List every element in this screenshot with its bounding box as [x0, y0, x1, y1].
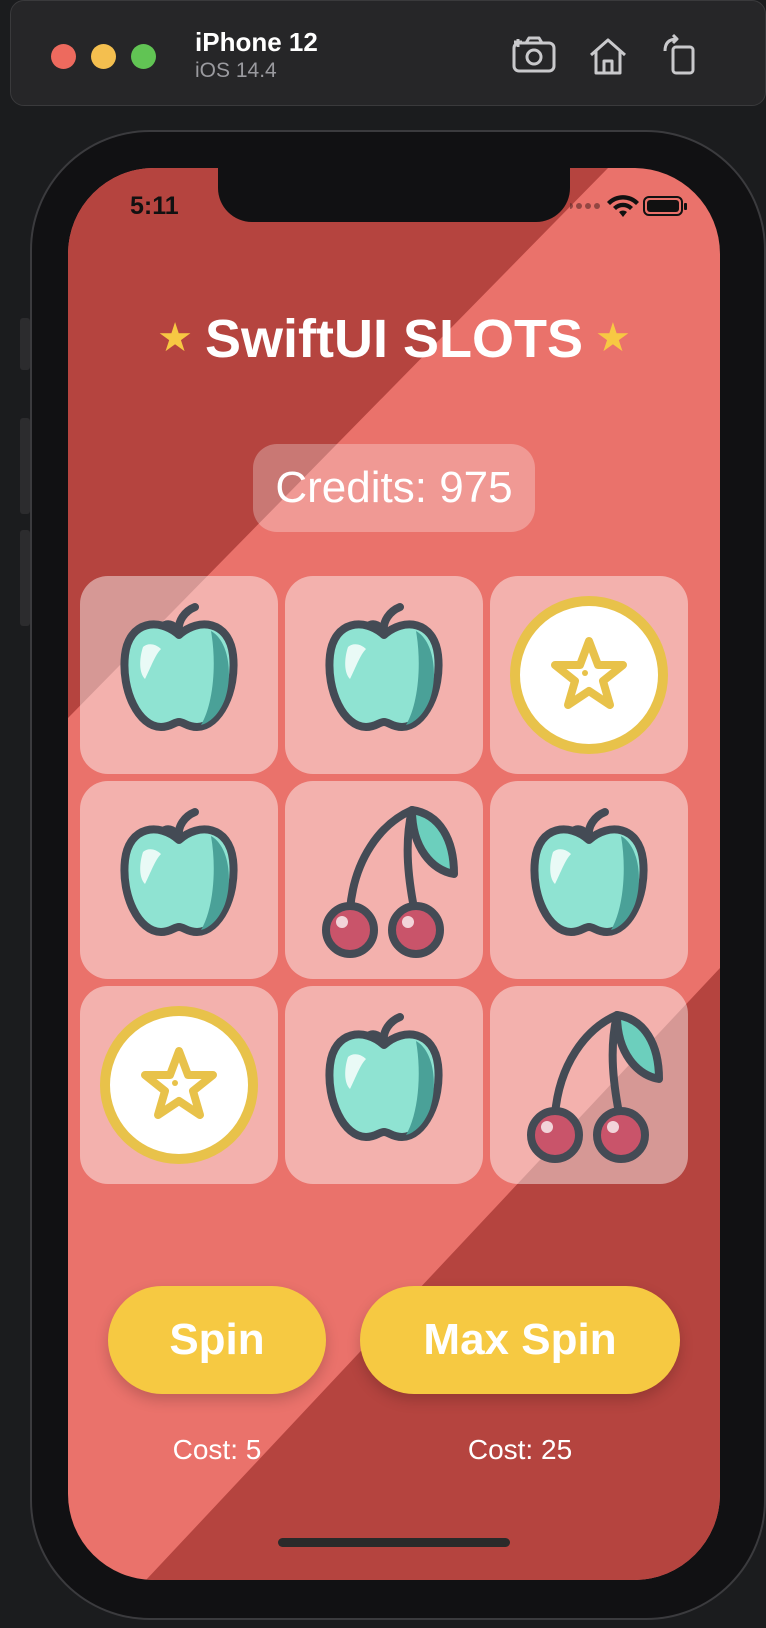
slot-cell: [285, 781, 483, 979]
slot-cell: [490, 986, 688, 1184]
slot-cell: [285, 986, 483, 1184]
spin-button[interactable]: Spin: [108, 1286, 326, 1394]
volume-down-button: [20, 530, 30, 626]
apple-icon: [530, 808, 648, 936]
max-spin-cost-label: Cost: 25: [467, 1434, 573, 1465]
rotate-icon[interactable]: [655, 31, 705, 81]
apple-icon: [120, 808, 238, 936]
slot-cell: [490, 781, 688, 979]
cherry-icon: [527, 1011, 663, 1163]
apple-icon: [325, 603, 443, 731]
home-indicator: [278, 1538, 510, 1547]
slot-cell: [490, 576, 688, 774]
screenshot-icon[interactable]: [509, 31, 559, 81]
star-coin-icon: [100, 1006, 258, 1164]
slot-cell: [80, 986, 278, 1184]
device-name: iPhone 12: [195, 27, 318, 57]
max-spin-button[interactable]: Max Spin: [360, 1286, 680, 1394]
device-os-version: iOS 14.4: [195, 59, 277, 82]
apple-icon: [325, 1013, 443, 1141]
apple-icon: [120, 603, 238, 731]
slot-cell: [80, 576, 278, 774]
spin-cost-label: Cost: 5: [172, 1434, 262, 1465]
zoom-window-button[interactable]: [131, 44, 156, 69]
home-icon[interactable]: [583, 31, 633, 81]
slot-cell: [285, 576, 483, 774]
simulator-title-bar: iPhone 12 iOS 14.4: [10, 0, 766, 106]
star-coin-icon: [510, 596, 668, 754]
cherry-icon: [322, 806, 458, 958]
app-screen: 5:11 ★ SwiftUI SLOTS ★ Credits: 975 Spin…: [68, 168, 720, 1580]
mute-switch: [20, 318, 30, 370]
volume-up-button: [20, 418, 30, 514]
close-window-button[interactable]: [51, 44, 76, 69]
slot-cell: [80, 781, 278, 979]
minimize-window-button[interactable]: [91, 44, 116, 69]
